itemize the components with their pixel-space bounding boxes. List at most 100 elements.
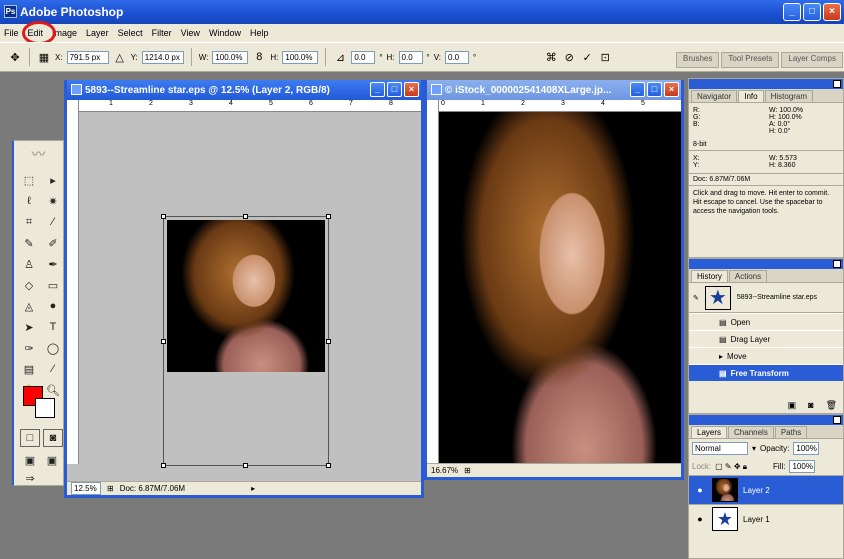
transform-handle[interactable] <box>243 463 248 468</box>
panel-menu-icon[interactable] <box>833 80 841 88</box>
history-brush-icon[interactable]: ✎ <box>693 294 699 302</box>
height-field[interactable]: 100.0% <box>282 50 319 64</box>
menu-layer[interactable]: Layer <box>86 27 109 39</box>
doc2-minimize-button[interactable]: _ <box>630 82 645 97</box>
x-position-field[interactable]: 791.5 px <box>66 50 109 64</box>
history-brush-icon[interactable]: ✒ <box>43 255 63 273</box>
eye-icon[interactable]: ● <box>693 512 707 526</box>
doc2-maximize-button[interactable]: □ <box>647 82 662 97</box>
screen-mode-2-icon[interactable]: ▣ <box>42 451 62 469</box>
zoom-tool-icon[interactable]: 🔍︎ <box>43 381 63 399</box>
zoom-field[interactable]: 12.5% <box>71 482 101 495</box>
transform-handle[interactable] <box>161 214 166 219</box>
background-color-swatch[interactable] <box>35 398 55 418</box>
cancel-transform-icon[interactable]: ⊘ <box>562 50 576 64</box>
width-field[interactable]: 100.0% <box>212 50 249 64</box>
minimize-button[interactable]: _ <box>783 3 801 21</box>
menu-help[interactable]: Help <box>250 27 269 39</box>
tab-info[interactable]: Info <box>738 90 764 102</box>
doc1-minimize-button[interactable]: _ <box>370 82 385 97</box>
transform-bounding-box[interactable] <box>161 214 331 468</box>
screen-mode-1-icon[interactable]: ▣ <box>20 451 40 469</box>
tab-paths[interactable]: Paths <box>774 426 808 438</box>
vskew-field[interactable]: 0.0 <box>445 50 469 64</box>
commit-transform-icon[interactable]: ✓ <box>580 50 594 64</box>
menu-select[interactable]: Select <box>118 27 143 39</box>
eraser-tool-icon[interactable]: ◇ <box>19 276 39 294</box>
document-2-titlebar[interactable]: © iStock_000002541408XLarge.jp... _ □ × <box>427 80 681 100</box>
notes-tool-icon[interactable]: ▤ <box>19 360 39 378</box>
stock-photo-image[interactable] <box>439 112 681 466</box>
menu-file[interactable]: File <box>4 27 19 39</box>
snapshot-icon[interactable]: ◙ <box>808 400 813 411</box>
tab-navigator[interactable]: Navigator <box>691 90 738 102</box>
history-snapshot[interactable]: ✎ ★ 5893--Streamline star.eps <box>689 283 843 313</box>
lock-icons[interactable]: ▢ ✎ ✥ 🔒︎ <box>715 462 747 472</box>
document-window-1[interactable]: 5893--Streamline star.eps @ 12.5% (Layer… <box>64 80 424 498</box>
palette-well-tab[interactable]: Tool Presets <box>721 52 780 68</box>
blur-tool-icon[interactable]: ◬ <box>19 297 39 315</box>
standard-mode-icon[interactable]: □ <box>20 429 40 447</box>
jump-to-imageready-icon[interactable]: ⇒ <box>20 469 40 487</box>
menu-view[interactable]: View <box>181 27 200 39</box>
doc2-close-button[interactable]: × <box>664 82 679 97</box>
tab-actions[interactable]: Actions <box>728 270 768 282</box>
delta-icon[interactable]: △ <box>113 50 127 64</box>
magic-wand-icon[interactable]: ✷ <box>43 192 63 210</box>
document-window-2[interactable]: © iStock_000002541408XLarge.jp... _ □ × … <box>424 80 684 480</box>
hskew-field[interactable]: 0.0 <box>398 50 423 64</box>
history-item[interactable]: ▸ Move <box>689 347 843 364</box>
rotate-field[interactable]: 0.0 <box>351 50 376 64</box>
palette-well-tab[interactable]: Brushes <box>676 52 720 68</box>
panel-menu-icon[interactable] <box>833 260 841 268</box>
doc1-maximize-button[interactable]: □ <box>387 82 402 97</box>
opacity-field[interactable]: 100% <box>793 442 820 455</box>
clone-stamp-icon[interactable]: ♙ <box>19 255 39 273</box>
layer-row-selected[interactable]: ● Layer 2 <box>689 475 843 504</box>
history-item[interactable]: ▤ Open <box>689 313 843 330</box>
y-position-field[interactable]: 1214.0 px <box>141 50 184 64</box>
doc1-close-button[interactable]: × <box>404 82 419 97</box>
brush-tool-icon[interactable]: ✐ <box>43 234 63 252</box>
link-icon[interactable]: 8 <box>252 50 266 64</box>
type-tool-icon[interactable]: T <box>43 318 63 336</box>
fill-field[interactable]: 100% <box>789 460 816 473</box>
trash-icon[interactable]: 🗑︎ <box>826 400 837 411</box>
move-tool-icon[interactable]: ▸ <box>43 171 63 189</box>
path-select-icon[interactable]: ➤ <box>19 318 39 336</box>
tab-history[interactable]: History <box>691 270 728 282</box>
history-item-selected[interactable]: ▤ Free Transform <box>689 364 843 381</box>
eye-icon[interactable]: ● <box>693 483 707 497</box>
blend-mode-select[interactable]: Normal <box>692 442 748 455</box>
shape-tool-icon[interactable]: ◯ <box>43 339 63 357</box>
move-tool-preset-icon[interactable]: ✥ <box>8 50 22 64</box>
menu-filter[interactable]: Filter <box>152 27 172 39</box>
pen-tool-icon[interactable]: ✑ <box>19 339 39 357</box>
warp-icon[interactable]: ⌘ <box>544 50 558 64</box>
transform-handle[interactable] <box>161 463 166 468</box>
transform-handle[interactable] <box>326 214 331 219</box>
lasso-tool-icon[interactable]: ℓ <box>19 192 39 210</box>
close-button[interactable]: × <box>823 3 841 21</box>
history-item[interactable]: ▤ Drag Layer <box>689 330 843 347</box>
marquee-tool-icon[interactable]: ⬚ <box>19 171 39 189</box>
tab-histogram[interactable]: Histogram <box>764 90 814 102</box>
reference-point-icon[interactable]: ▦ <box>37 50 51 64</box>
palette-well-tab[interactable]: Layer Comps <box>781 52 843 68</box>
transform-handle[interactable] <box>326 339 331 344</box>
new-document-icon[interactable]: ▣ <box>788 400 797 411</box>
panel-menu-icon[interactable] <box>833 416 841 424</box>
transform-handle[interactable] <box>326 463 331 468</box>
zoom-text[interactable]: 16.67% <box>431 466 458 475</box>
menu-window[interactable]: Window <box>209 27 241 39</box>
quickmask-mode-icon[interactable]: ◙ <box>43 429 63 447</box>
tab-channels[interactable]: Channels <box>728 426 774 438</box>
dodge-tool-icon[interactable]: ● <box>43 297 63 315</box>
gradient-tool-icon[interactable]: ▭ <box>43 276 63 294</box>
crop-tool-icon[interactable]: ⌗ <box>19 213 39 231</box>
maximize-button[interactable]: □ <box>803 3 821 21</box>
chevron-down-icon[interactable]: ▾ <box>752 444 756 453</box>
document-1-titlebar[interactable]: 5893--Streamline star.eps @ 12.5% (Layer… <box>67 80 421 100</box>
palette-icon[interactable]: ⊡ <box>598 50 612 64</box>
healing-brush-icon[interactable]: ✎ <box>19 234 39 252</box>
